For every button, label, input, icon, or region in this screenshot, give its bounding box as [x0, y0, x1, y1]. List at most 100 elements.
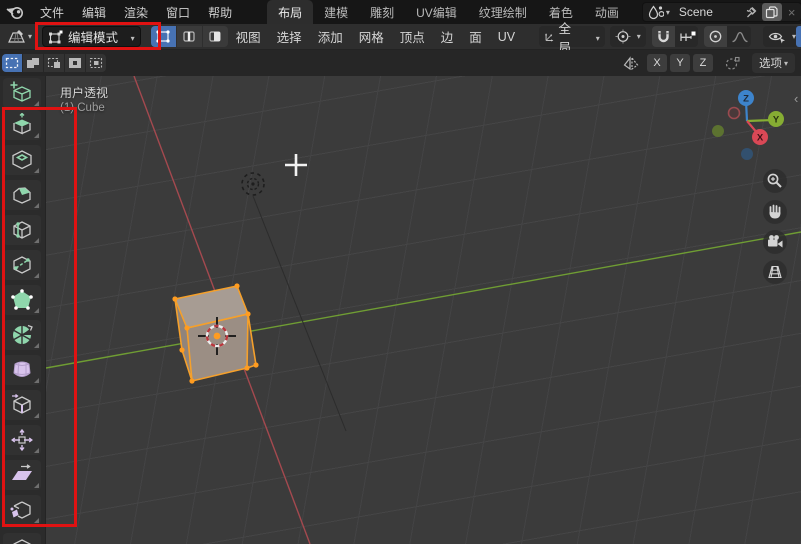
tool-rip-region[interactable] — [3, 495, 41, 525]
edge-select-icon — [183, 31, 195, 42]
droplet-icon — [648, 4, 664, 19]
tab-uv-editing[interactable]: UV编辑 — [405, 0, 468, 24]
unlink-scene-button[interactable]: × — [785, 5, 799, 20]
menu-render[interactable]: 渲染 — [115, 1, 157, 24]
menu-uv[interactable]: UV — [490, 26, 523, 48]
gizmo-dashed-circle-icon[interactable] — [724, 56, 741, 71]
edge-select-mode-button[interactable] — [176, 26, 202, 47]
new-scene-button[interactable] — [761, 3, 782, 21]
edit-mode-icon — [49, 30, 63, 43]
scene-browse-button[interactable] — [646, 3, 672, 21]
tool-knife[interactable] — [3, 250, 41, 280]
crosshair-cursor-icon — [285, 154, 307, 176]
viewport-header: 编辑模式 — [0, 22, 801, 55]
menu-add[interactable]: 添加 — [310, 23, 351, 50]
select-intersect-button[interactable] — [86, 54, 106, 72]
chevron-down-icon — [129, 30, 135, 44]
scene-name[interactable]: Scene — [675, 5, 739, 19]
select-intersect-icon — [89, 57, 103, 69]
ortho-grid-icon[interactable] — [763, 260, 787, 284]
tool-poly-build[interactable] — [3, 285, 41, 315]
select-set-icon — [5, 57, 19, 69]
mirror-y-button[interactable]: Y — [669, 54, 690, 72]
pivot-point-dropdown[interactable] — [609, 26, 646, 47]
tool-smooth[interactable] — [3, 355, 41, 385]
face-select-mode-button[interactable] — [202, 26, 228, 47]
mirror-x-button[interactable]: X — [646, 54, 667, 72]
menu-face[interactable]: 面 — [461, 23, 490, 50]
select-subtract-button[interactable] — [44, 54, 64, 72]
gizmo-neg-y-ball[interactable] — [712, 125, 724, 137]
snapping-group — [651, 26, 699, 47]
mode-label: 编辑模式 — [68, 31, 119, 45]
falloff-dropdown[interactable] — [727, 26, 751, 47]
active-object-label: (1) Cube — [60, 102, 105, 114]
menu-edge[interactable]: 边 — [433, 23, 462, 50]
tab-layout[interactable]: 布局 — [267, 0, 314, 24]
tab-animation[interactable]: 动画 — [584, 0, 630, 24]
select-set-button[interactable] — [2, 54, 22, 72]
menu-view[interactable]: 视图 — [228, 23, 269, 50]
xray-toggle-button[interactable] — [796, 26, 801, 47]
tool-bevel[interactable] — [3, 180, 41, 210]
camera-icon[interactable] — [763, 230, 787, 254]
tab-modeling[interactable]: 建模 — [313, 0, 359, 24]
menu-select[interactable]: 选择 — [269, 23, 310, 50]
vertex-select-mode-button[interactable] — [150, 26, 176, 47]
options-label: 选项 — [758, 58, 782, 70]
tool-extrude-region[interactable] — [3, 110, 41, 140]
light-icon[interactable] — [241, 172, 347, 432]
mode-dropdown[interactable]: 编辑模式 — [42, 26, 141, 47]
tool-spin[interactable] — [3, 320, 41, 350]
eye-icon — [768, 32, 785, 43]
hand-icon[interactable] — [763, 200, 787, 224]
menu-file[interactable]: 文件 — [31, 1, 73, 24]
menu-vertex[interactable]: 顶点 — [392, 23, 433, 50]
tool-loop-cut[interactable] — [3, 215, 41, 245]
snap-target-icon — [680, 31, 696, 41]
gizmo-y-label: Y — [773, 115, 780, 126]
gizmo-neg-z-ball[interactable] — [741, 148, 753, 160]
select-subtract-icon — [47, 57, 60, 68]
menu-window[interactable]: 窗口 — [157, 1, 199, 24]
snap-target-dropdown[interactable] — [674, 26, 699, 47]
tool-shrink-fatten[interactable] — [3, 425, 41, 455]
pivot-icon — [615, 29, 631, 44]
select-extend-button[interactable] — [23, 54, 43, 72]
pin-icon[interactable] — [742, 3, 759, 21]
transform-orientation-dropdown[interactable]: 全局 — [539, 22, 605, 55]
select-extend-icon — [27, 58, 39, 68]
select-invert-button[interactable] — [65, 54, 85, 72]
menu-edit[interactable]: 编辑 — [73, 1, 115, 24]
snap-toggle-button[interactable] — [651, 26, 675, 47]
viewport-3d[interactable]: Z Y X ‹ 用户透视 (1) Cube — [46, 76, 801, 544]
scene-selector: Scene × — [641, 2, 801, 22]
tool-shear[interactable] — [3, 460, 41, 490]
tab-sculpting[interactable]: 雕刻 — [359, 0, 405, 24]
blender-window: 文件 编辑 渲染 窗口 帮助 布局 建模 雕刻 UV编辑 纹理绘制 着色 动画 … — [0, 0, 801, 544]
magnet-icon — [658, 31, 669, 43]
tool-rip-edge[interactable] — [3, 533, 41, 544]
mirror-z-button[interactable]: Z — [692, 54, 713, 72]
proportional-editing-toggle[interactable] — [704, 26, 728, 47]
menu-help[interactable]: 帮助 — [199, 1, 241, 24]
chevron-down-icon — [782, 57, 788, 69]
zoom-icon[interactable] — [763, 169, 787, 193]
navigation-gizmo[interactable]: Z Y X — [712, 90, 784, 160]
face-select-icon — [209, 31, 221, 42]
view-perspective-label: 用户透视 — [60, 86, 109, 100]
tool-edge-slide[interactable] — [3, 390, 41, 420]
tool-add-cube[interactable] — [3, 78, 41, 108]
chevron-down-icon — [594, 30, 600, 44]
tab-texture-paint[interactable]: 纹理绘制 — [468, 0, 538, 24]
proportional-editing-group — [704, 26, 751, 47]
options-dropdown[interactable]: 选项 — [751, 53, 795, 73]
region-collapse-icon[interactable]: ‹ — [794, 91, 798, 106]
menu-mesh[interactable]: 网格 — [351, 23, 392, 50]
tool-inset-faces[interactable] — [3, 145, 41, 175]
blender-logo-icon[interactable] — [6, 5, 25, 20]
gizmo-neg-x-ball[interactable] — [727, 106, 741, 120]
gizmo-z-label: Z — [743, 94, 749, 105]
mirror-butterfly-icon[interactable] — [622, 55, 640, 71]
editor-type-button[interactable] — [4, 27, 35, 47]
